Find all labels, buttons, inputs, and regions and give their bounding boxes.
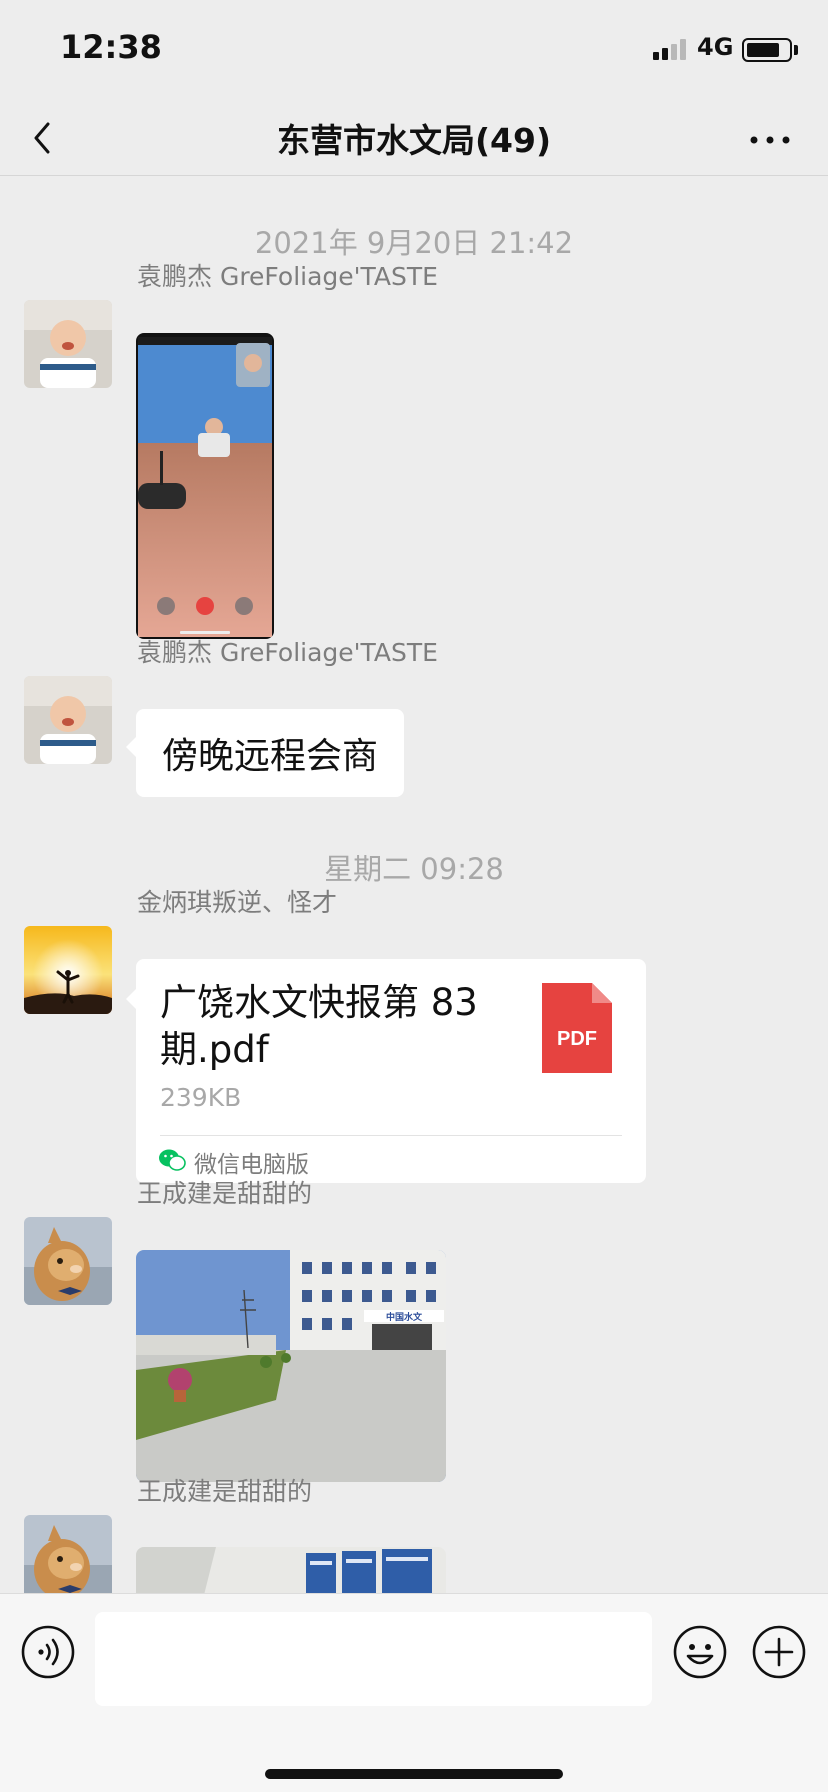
voice-input-icon[interactable]: [20, 1624, 76, 1680]
message-input[interactable]: [95, 1612, 652, 1706]
sender-name: 金炳琪叛逆、怪才: [137, 888, 338, 917]
signal-icon: [653, 38, 689, 60]
corridor-photo: [136, 1547, 446, 1593]
more-dots-icon: [750, 136, 790, 144]
pdf-file-icon: PDF: [542, 983, 612, 1073]
home-indicator: [265, 1769, 563, 1779]
avatar[interactable]: [24, 926, 112, 1014]
image-message[interactable]: 中国水文: [136, 1250, 446, 1482]
timestamp: 星期二 09:28: [324, 852, 504, 886]
battery-icon: [742, 38, 792, 62]
status-time: 12:38: [60, 28, 162, 66]
file-message[interactable]: 广饶水文快报第 83 期.pdf 239KB PDF 微信电脑版: [126, 959, 646, 1183]
battery-cap: [794, 45, 798, 55]
timestamp: 2021年 9月20日 21:42: [254, 226, 574, 260]
chat-area[interactable]: 2021年 9月20日 21:42 袁鹏杰 GreFoliage'TASTE 袁…: [0, 177, 828, 1593]
input-bar: [0, 1593, 828, 1792]
sender-name: 王成建是甜甜的: [137, 1179, 313, 1208]
avatar[interactable]: [24, 300, 112, 388]
text-bubble[interactable]: 傍晚远程会商: [125, 709, 405, 797]
file-name: 广饶水文快报第 83 期.pdf: [160, 981, 478, 1071]
avatar[interactable]: [24, 1217, 112, 1305]
chat-screen: 12:38 4G 东营市水文局(49) 2021年 9月20日 21:42 袁鹏…: [0, 0, 828, 1792]
file-divider: [160, 1135, 622, 1136]
sender-name: 王成建是甜甜的: [137, 1477, 313, 1506]
wechat-icon: [159, 1149, 186, 1171]
nav-bar: 东营市水文局(49): [0, 100, 828, 176]
building-sign: 中国水文: [386, 1311, 423, 1323]
chat-title: 东营市水文局(49): [276, 121, 552, 160]
more-button[interactable]: [745, 122, 795, 158]
image-message[interactable]: [136, 333, 274, 639]
sender-name: 袁鹏杰 GreFoliage'TASTE: [137, 262, 438, 291]
video-call-screenshot: [136, 333, 274, 639]
pdf-icon-label: PDF: [557, 1028, 597, 1050]
network-type: 4G: [697, 33, 734, 61]
avatar[interactable]: [24, 676, 112, 764]
sender-name: 袁鹏杰 GreFoliage'TASTE: [137, 638, 438, 667]
building-photo: 中国水文: [136, 1250, 446, 1482]
image-message[interactable]: [136, 1547, 446, 1593]
emoji-icon[interactable]: [672, 1624, 728, 1680]
file-size: 239KB: [160, 1083, 242, 1112]
plus-icon[interactable]: [751, 1624, 807, 1680]
avatar[interactable]: [24, 1515, 112, 1593]
status-bar: 12:38 4G: [0, 0, 828, 100]
